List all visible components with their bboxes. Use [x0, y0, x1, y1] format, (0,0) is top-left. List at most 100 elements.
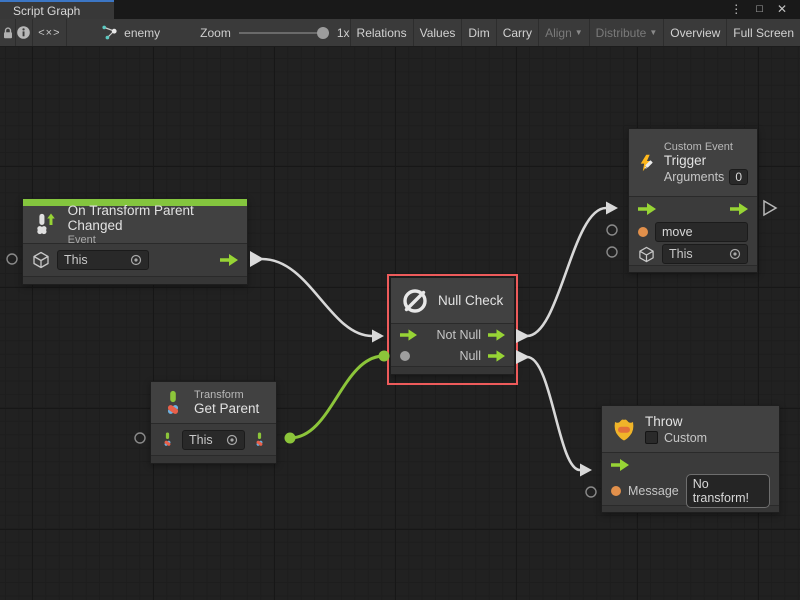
flow-output-arrow-icon[interactable]	[488, 350, 505, 362]
target-picker-icon[interactable]	[729, 248, 741, 260]
window-menu-icon[interactable]: ⋮	[723, 0, 749, 19]
node-on-transform-parent-changed[interactable]: On Transform Parent Changed Event This	[22, 198, 248, 285]
unity-visual-scripting-window: Script Graph ⋮ □ ✕ <×>	[0, 0, 800, 600]
window-close-icon[interactable]: ✕	[770, 0, 794, 19]
info-button[interactable]	[16, 19, 32, 46]
align-button[interactable]: Align ▼	[538, 19, 589, 46]
node-header: Throw Custom	[602, 406, 779, 453]
target-picker-icon[interactable]	[226, 434, 238, 446]
tab-label: Script Graph	[13, 4, 80, 18]
target-dropdown[interactable]: This	[182, 430, 245, 450]
node-category: Transform	[194, 389, 259, 401]
node-footer	[151, 455, 276, 463]
empty-port-get-parent[interactable]	[135, 433, 145, 443]
wire-getparent-to-nullcheck[interactable]	[290, 356, 384, 438]
target-dropdown[interactable]: This	[57, 250, 149, 270]
fullscreen-button[interactable]: Full Screen	[726, 19, 800, 46]
value-port-icon[interactable]	[400, 351, 410, 361]
zoom-control: Zoom 1x	[200, 19, 349, 46]
string-port-icon[interactable]	[638, 227, 648, 237]
info-icon	[16, 25, 31, 40]
zoom-slider-handle[interactable]	[317, 27, 329, 39]
toolbar-buttons: Relations Values Dim Carry Align ▼ Distr…	[350, 19, 800, 46]
window-maximize-icon[interactable]: □	[749, 0, 770, 19]
values-button[interactable]: Values	[413, 19, 462, 46]
node-footer	[391, 366, 514, 374]
code-view-button[interactable]: <×>	[33, 19, 67, 46]
graph-canvas[interactable]: On Transform Parent Changed Event This	[0, 47, 800, 600]
wire-endpoint-dot[interactable]	[379, 351, 390, 362]
target-picker-icon[interactable]	[130, 254, 142, 266]
flow-out-connector-on-tpc[interactable]	[250, 251, 264, 267]
relations-button[interactable]: Relations	[350, 19, 413, 46]
node-trigger-custom-event[interactable]: Custom Event Trigger Arguments 0 move	[628, 128, 758, 273]
wire-arrowhead	[606, 202, 618, 215]
gameobject-cube-icon	[638, 246, 655, 263]
graph-breadcrumb[interactable]: enemy	[89, 19, 172, 46]
custom-checkbox[interactable]	[645, 431, 658, 444]
node-body: Message No transform!	[602, 453, 779, 505]
transform-event-icon	[32, 211, 60, 239]
transform-port-icon[interactable]	[160, 432, 175, 447]
wire-event-to-nullcheck[interactable]	[262, 259, 372, 336]
overview-button[interactable]: Overview	[663, 19, 726, 46]
window-controls: ⋮ □ ✕	[723, 0, 800, 19]
zoom-slider-track	[239, 32, 329, 34]
empty-port-on-tpc[interactable]	[7, 254, 17, 264]
chevron-down-icon: ▼	[649, 28, 657, 37]
flow-input-arrow-icon[interactable]	[611, 459, 629, 471]
gameobject-cube-icon	[32, 251, 50, 269]
wire-arrowhead	[580, 464, 592, 477]
tab-script-graph[interactable]: Script Graph	[0, 0, 114, 19]
flow-out-connector-null[interactable]	[516, 350, 530, 364]
node-body: This	[23, 244, 247, 276]
empty-port-custom-event-target[interactable]	[607, 247, 617, 257]
wire-endpoint-dot[interactable]	[285, 433, 296, 444]
chevron-down-icon: ▼	[575, 28, 583, 37]
node-throw[interactable]: Throw Custom Message No transform!	[601, 405, 780, 513]
flow-output-arrow-icon[interactable]	[488, 329, 505, 341]
node-body: Not Null Null	[391, 324, 514, 366]
wire-null-to-throw[interactable]	[527, 357, 580, 470]
arguments-field[interactable]: 0	[729, 169, 748, 185]
flow-output-arrow-icon[interactable]	[730, 203, 748, 215]
event-name-field[interactable]: move	[655, 222, 748, 242]
message-field[interactable]: No transform!	[686, 474, 770, 508]
zoom-slider[interactable]	[239, 26, 329, 40]
node-title: Get Parent	[194, 401, 259, 416]
node-null-check[interactable]: Null Check Not Null Null	[390, 277, 515, 375]
node-body: This	[151, 424, 276, 455]
empty-port-throw-message[interactable]	[586, 487, 596, 497]
zoom-value: 1x	[337, 26, 350, 40]
port-label-null: Null	[459, 349, 481, 363]
node-header: Custom Event Trigger Arguments 0	[629, 129, 757, 197]
lock-button[interactable]	[0, 19, 16, 46]
node-category: Custom Event	[664, 141, 748, 153]
transform-output-port-icon[interactable]	[252, 432, 267, 447]
node-header: Transform Get Parent	[151, 382, 276, 424]
distribute-button[interactable]: Distribute ▼	[589, 19, 664, 46]
flow-out-connector-not-null[interactable]	[516, 329, 530, 343]
flow-input-arrow-icon[interactable]	[400, 329, 417, 341]
flow-input-arrow-icon[interactable]	[638, 203, 656, 215]
node-footer	[23, 276, 247, 284]
empty-port-custom-event-name[interactable]	[607, 225, 617, 235]
node-title: On Transform Parent Changed	[68, 203, 238, 233]
throw-error-icon	[611, 416, 637, 443]
dim-button[interactable]: Dim	[461, 19, 495, 46]
custom-event-bolt-icon	[638, 150, 656, 176]
string-port-icon[interactable]	[611, 486, 621, 496]
message-label: Message	[628, 484, 679, 498]
wire-notnull-to-trigger[interactable]	[527, 208, 606, 336]
node-footer	[629, 265, 757, 272]
node-get-parent[interactable]: Transform Get Parent This	[150, 381, 277, 464]
graph-name: enemy	[124, 26, 160, 40]
graph-toolbar: <×> enemy Zoom 1x Relations Values Dim C…	[0, 19, 800, 47]
target-dropdown[interactable]: This	[662, 244, 748, 264]
null-check-icon	[400, 286, 430, 316]
carry-button[interactable]: Carry	[496, 19, 538, 46]
flow-out-connector-custom-event[interactable]	[764, 201, 776, 215]
node-header: On Transform Parent Changed Event	[23, 206, 247, 244]
flow-output-arrow-icon[interactable]	[220, 254, 238, 266]
port-label-not-null: Not Null	[437, 328, 481, 342]
